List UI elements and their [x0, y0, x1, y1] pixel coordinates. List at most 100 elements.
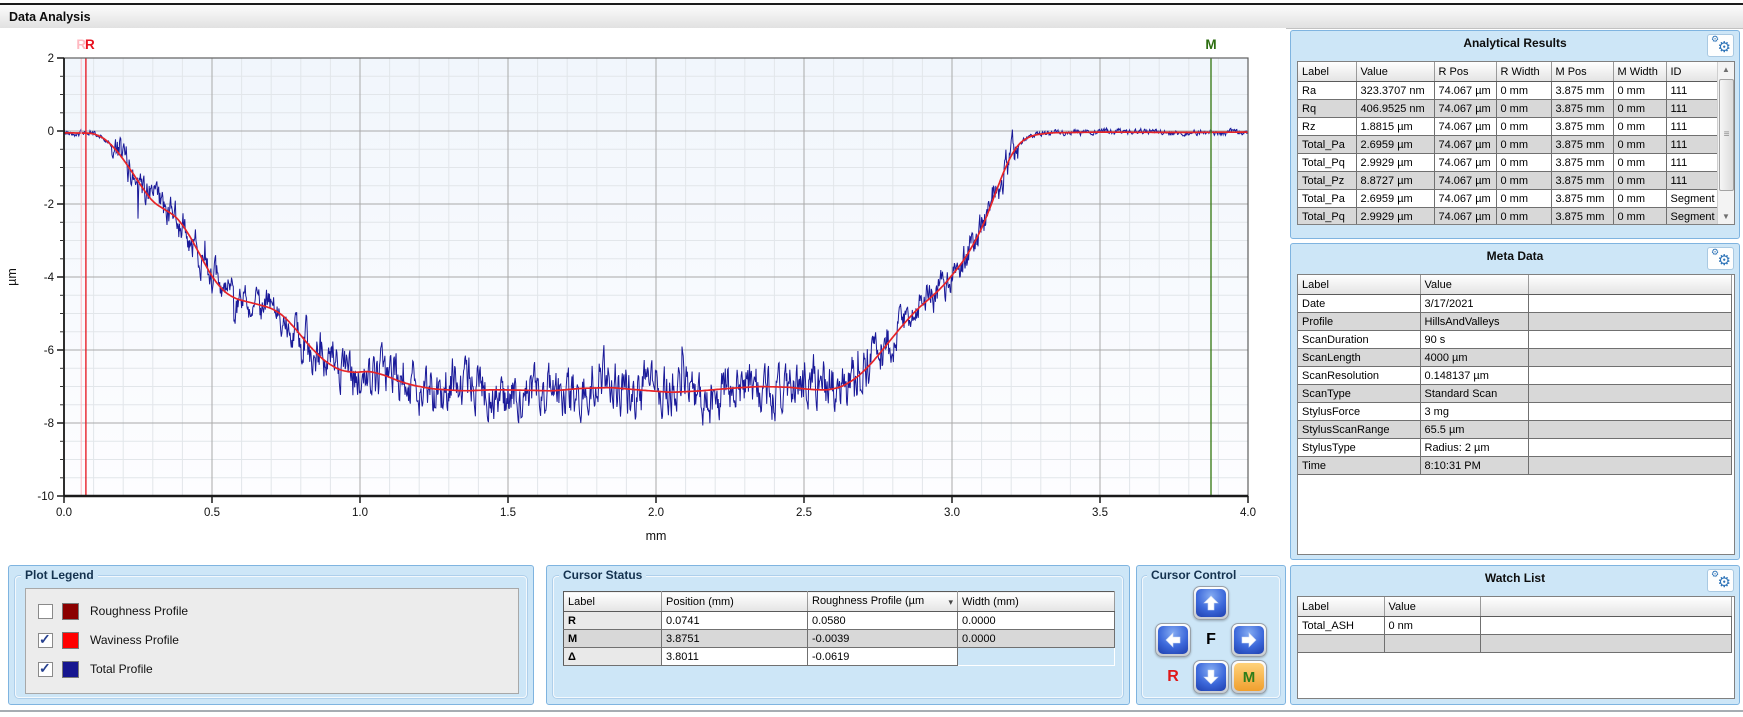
column-header[interactable]: Roughness Profile (µm▾ — [808, 592, 958, 612]
left-arrow-icon — [1158, 626, 1188, 654]
up-arrow-icon — [1196, 589, 1226, 617]
table-cell-filler — [1480, 617, 1732, 635]
svg-text:1.0: 1.0 — [352, 507, 368, 519]
table-cell: Total_Pq — [1298, 154, 1356, 172]
table-row[interactable]: Total_Pq2.9929 µm74.067 µm0 mm3.875 mm0 … — [1298, 154, 1718, 172]
table-cell: 0.0000 — [958, 612, 1115, 630]
table-cell: Total_Pa — [1298, 190, 1356, 208]
table-row[interactable]: Rq406.9525 nm74.067 µm0 mm3.875 mm0 mm11… — [1298, 100, 1718, 118]
table-cell: 3.8011 — [662, 648, 808, 666]
svg-text:-8: -8 — [44, 418, 54, 430]
table-cell-filler — [1528, 403, 1732, 421]
table-row[interactable]: Rz1.8815 µm74.067 µm0 mm3.875 mm0 mm111 — [1298, 118, 1718, 136]
svg-text:2: 2 — [48, 53, 54, 65]
table-row[interactable]: Total_Pa2.6959 µm74.067 µm0 mm3.875 mm0 … — [1298, 190, 1718, 208]
table-cell: 3.875 mm — [1551, 100, 1613, 118]
table-cell: 0 mm — [1496, 208, 1551, 226]
table-cell: 65.5 µm — [1420, 421, 1528, 439]
cursor-control-panel: Cursor Control F R M — [1136, 565, 1286, 705]
table-row[interactable]: Ra323.3707 nm74.067 µm0 mm3.875 mm0 mm11… — [1298, 82, 1718, 100]
table-cell: 74.067 µm — [1434, 136, 1496, 154]
cursor-up-button[interactable] — [1193, 586, 1229, 620]
legend-checkbox[interactable] — [38, 662, 53, 677]
table-cell: Segment 1 — [1666, 208, 1718, 226]
table-cell: 74.067 µm — [1434, 154, 1496, 172]
table-cell: StylusType — [1298, 439, 1420, 457]
cursor-down-button[interactable] — [1193, 660, 1229, 694]
cursor-left-button[interactable] — [1155, 623, 1191, 657]
table-cell: 0 mm — [1613, 82, 1666, 100]
legend-checkbox[interactable] — [38, 604, 53, 619]
m-cursor-button[interactable]: M — [1231, 660, 1267, 694]
table-row: StylusTypeRadius: 2 µm — [1298, 439, 1732, 457]
table-cell: Time — [1298, 457, 1420, 475]
table-cell: 111 — [1666, 172, 1718, 190]
table-row[interactable]: Total_Pa2.6959 µm74.067 µm0 mm3.875 mm0 … — [1298, 136, 1718, 154]
gear-large-icon: ⚙ — [1718, 40, 1731, 55]
legend-item-label: Roughness Profile — [90, 604, 188, 618]
table-cell-filler — [1528, 457, 1732, 475]
svg-text:0.5: 0.5 — [204, 507, 220, 519]
table-cell: Date — [1298, 295, 1420, 313]
settings-gear-icon[interactable]: ⚙⚙ — [1707, 569, 1734, 592]
column-header: M Width — [1613, 62, 1666, 82]
m-cursor-button-label: M — [1243, 669, 1256, 686]
scrollbar-thumb[interactable]: ≡ — [1719, 79, 1734, 191]
column-header: Width (mm) — [958, 592, 1115, 612]
scroll-up-icon[interactable]: ▲ — [1718, 62, 1734, 77]
dropdown-arrow-icon[interactable]: ▾ — [948, 595, 953, 608]
legend-item-label: Total Profile — [90, 662, 153, 676]
column-header: Value — [1420, 275, 1528, 295]
table-cell: 3 mg — [1420, 403, 1528, 421]
table-row: M3.8751-0.00390.0000 — [564, 630, 1115, 648]
svg-text:3.0: 3.0 — [944, 507, 960, 519]
cursor-status-panel: Cursor Status LabelPosition (mm)Roughnes… — [546, 565, 1130, 705]
fine-mode-button[interactable]: F — [1193, 623, 1229, 657]
table-cell: 1.8815 µm — [1356, 118, 1434, 136]
profile-plot-svg[interactable]: 0.00.51.01.52.02.53.03.54.020-2-4-6-8-10… — [0, 28, 1286, 560]
data-analysis-window: Data Analysis 0.00.51.01.52.02.53.03.54.… — [0, 0, 1743, 717]
table-cell: Total_ASH — [1298, 617, 1384, 635]
cursor-right-button[interactable] — [1231, 623, 1267, 657]
table-cell-filler — [1528, 295, 1732, 313]
vertical-scrollbar[interactable]: ▲ ≡ ▼ — [1717, 62, 1734, 224]
table-cell: 111 — [1666, 82, 1718, 100]
settings-gear-icon[interactable]: ⚙⚙ — [1707, 247, 1734, 270]
meta-data-title: Meta Data — [1291, 249, 1739, 263]
r-cursor-button[interactable]: R — [1155, 660, 1191, 694]
table-cell: -0.0039 — [808, 630, 958, 648]
table-cell: 0 mm — [1613, 208, 1666, 226]
plot-legend-box: Roughness Profile Waviness Profile Total P… — [25, 588, 519, 694]
table-cell-filler — [1528, 349, 1732, 367]
table-row: Total_ASH0 nm — [1298, 617, 1732, 635]
table-cell: 3.875 mm — [1551, 118, 1613, 136]
table-row: ScanResolution0.148137 µm — [1298, 367, 1732, 385]
table-cell-filler — [1528, 313, 1732, 331]
scroll-down-icon[interactable]: ▼ — [1718, 209, 1734, 224]
window-title-bar: Data Analysis — [0, 3, 1743, 29]
legend-item-label: Waviness Profile — [90, 633, 179, 647]
table-row: ProfileHillsAndValleys — [1298, 313, 1732, 331]
r-cursor-flag[interactable]: R — [85, 37, 95, 52]
table-cell: 0 mm — [1613, 190, 1666, 208]
profile-chart[interactable]: 0.00.51.01.52.02.53.03.54.020-2-4-6-8-10… — [0, 28, 1286, 560]
y-axis-label: µm — [5, 268, 19, 286]
svg-text:-2: -2 — [44, 199, 54, 211]
legend-checkbox[interactable] — [38, 633, 53, 648]
settings-gear-icon[interactable]: ⚙⚙ — [1707, 34, 1734, 57]
svg-text:4.0: 4.0 — [1240, 507, 1256, 519]
cursor-status-table: LabelPosition (mm)Roughness Profile (µm▾… — [563, 591, 1115, 666]
m-cursor-flag[interactable]: M — [1205, 37, 1216, 52]
analytical-results-table: LabelValueR PosR WidthM PosM WidthIDRa32… — [1298, 62, 1718, 225]
column-header: Label — [1298, 62, 1356, 82]
table-cell: Radius: 2 µm — [1420, 439, 1528, 457]
svg-text:2.0: 2.0 — [648, 507, 664, 519]
table-row: Date3/17/2021 — [1298, 295, 1732, 313]
table-cell: R — [564, 612, 662, 630]
column-header: Value — [1356, 62, 1434, 82]
table-row[interactable]: Total_Pq2.9929 µm74.067 µm0 mm3.875 mm0 … — [1298, 208, 1718, 226]
watch-list-panel: Watch List ⚙⚙ LabelValueTotal_ASH0 nm — [1290, 565, 1740, 705]
table-row[interactable]: Total_Pz8.8727 µm74.067 µm0 mm3.875 mm0 … — [1298, 172, 1718, 190]
analytical-results-panel: Analytical Results ⚙⚙ LabelValueR PosR W… — [1290, 30, 1740, 239]
plot-legend-label: Plot Legend — [21, 568, 98, 582]
